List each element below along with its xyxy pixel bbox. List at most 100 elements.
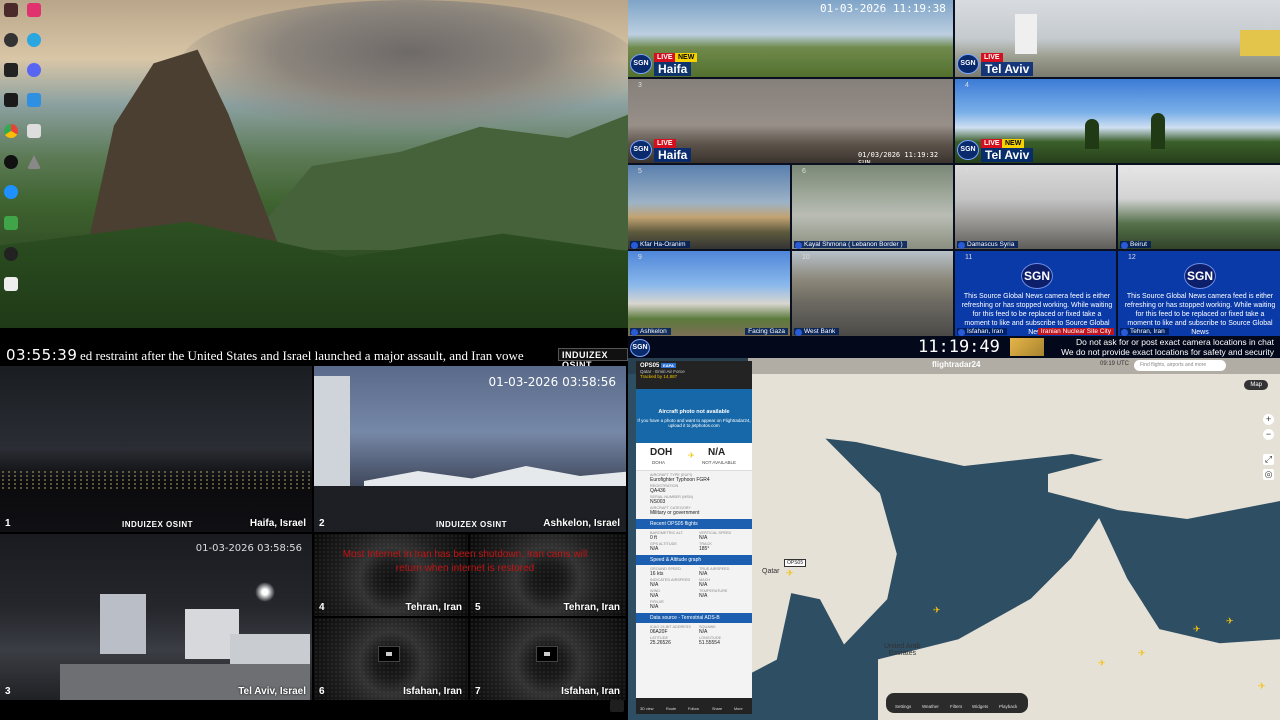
flightradar-logo[interactable]: flightradar24 — [932, 360, 980, 369]
feed-watermark: INDUIZEX OSINT — [122, 520, 194, 529]
camera-feed-ashkelon[interactable]: 01-03-2026 03:58:56 INDUIZEX OSINT 2 Ash… — [314, 366, 626, 532]
tile-subtitle: Facing Gaza — [745, 328, 788, 335]
flight-search-input[interactable]: Find flights, airports and more — [1134, 360, 1226, 371]
field-value: N/A — [650, 604, 659, 610]
follow-button[interactable]: Follow — [688, 707, 699, 711]
plane-icon[interactable]: ✈ — [1098, 658, 1106, 669]
aircraft-photo-placeholder: Aircraft photo not available If you have… — [636, 389, 752, 443]
plane-icon[interactable]: ✈ — [1193, 624, 1201, 635]
3d-view-button[interactable]: 3D view — [640, 707, 654, 711]
flightradar-map[interactable]: flightradar24 09:19 UTC Find flights, ai… — [628, 358, 1280, 720]
locate-icon[interactable]: ◎ — [1263, 469, 1274, 480]
route-button[interactable]: Route — [666, 707, 676, 711]
feed-timestamp: 01-03-2026 03:58:56 — [488, 375, 616, 389]
sgn-tile-damascus[interactable]: 7 Damascus Syria — [955, 165, 1116, 249]
feed-number: 5 — [475, 602, 481, 613]
widgets-button[interactable]: Widgets — [972, 704, 988, 709]
plane-icon[interactable]: ✈ — [1138, 648, 1146, 659]
chrome-icon[interactable] — [4, 124, 18, 138]
playback-button[interactable]: Playback — [999, 704, 1017, 709]
tile-name: West Bank — [794, 328, 840, 336]
sgn-tile-haifa-2[interactable]: 3 01/03/2026 11:19:32 SUN SGN LIVE Haifa — [628, 79, 953, 163]
sgn-tile-tel-aviv-1[interactable]: SGN LIVE Tel Aviv — [955, 0, 1280, 77]
camera-feed-isfahan-1[interactable]: 6 Isfahan, Iran — [314, 618, 468, 700]
field-value: N/A — [699, 593, 708, 599]
zoom-out-button[interactable]: − — [1263, 429, 1274, 440]
sgn-tile-kiryat-shmona[interactable]: 6 Kayal Shmona ( Lebanon Border ) — [792, 165, 953, 249]
filters-button[interactable]: Filters — [950, 704, 962, 709]
sgn-logo: SGN — [630, 339, 650, 357]
app-icon[interactable] — [4, 277, 18, 291]
sgn-logo: SGN — [957, 54, 979, 74]
app-icon[interactable] — [4, 3, 18, 17]
settings-button[interactable]: Settings — [895, 704, 911, 709]
city-lights — [0, 470, 312, 490]
plane-icon[interactable]: ✈ — [1226, 616, 1234, 627]
zoom-in-button[interactable]: + — [1263, 414, 1274, 425]
field-value: N/A — [699, 571, 708, 577]
sgn-tile-tel-aviv-2[interactable]: 4 SGN LIVE NEW Tel Aviv — [955, 79, 1280, 163]
share-button[interactable]: Share — [712, 707, 722, 711]
plane-icon[interactable]: ✈ — [1258, 681, 1266, 692]
sgn-tile-kfar-ha-oranim[interactable]: 5 Kfar Ha-Oranim — [628, 165, 790, 249]
plane-icon[interactable]: ✈ — [933, 605, 941, 616]
sgn-tile-haifa-1[interactable]: 01-03-2026 11:19:38 SGN LIVE NEW Haifa — [628, 0, 953, 77]
tree — [1085, 119, 1099, 149]
land-uae-oman — [878, 518, 1280, 720]
field-value: Eurofighter Typhoon FGR4 — [650, 477, 710, 483]
more-button[interactable]: More — [734, 707, 743, 711]
destination-sub: NOT AVAILABLE — [702, 460, 737, 465]
sgn-tile-beirut[interactable]: 8 Beirut — [1118, 165, 1280, 249]
app-icon[interactable] — [4, 93, 18, 107]
app-icon[interactable] — [4, 247, 18, 261]
data-source-toggle[interactable]: Data source - Terrestrial ADS-B — [636, 613, 752, 623]
epic-games-icon[interactable] — [4, 63, 18, 77]
altitude-info: Barometric alt. 0 ft GPS altitude N/A Ve… — [636, 529, 752, 555]
app-icon[interactable] — [27, 155, 41, 169]
camera-feed-tel-aviv[interactable]: 01-03-2026 03:58:56 3 Tel Aviv, Israel — [0, 534, 312, 700]
feed-watermark: INDUIZEX OSINT — [436, 520, 508, 529]
sgn-logo: SGN — [1021, 263, 1053, 289]
sgn-tile-west-bank[interactable]: 10 West Bank — [792, 251, 953, 336]
live-badge: LIVE — [981, 139, 1003, 148]
speed-graph-toggle[interactable]: Speed & Altitude graph — [636, 555, 752, 565]
panel-footer-nav: 3D view Route Follow Share More — [636, 698, 752, 714]
origin-code[interactable]: DOH — [650, 447, 672, 458]
tile-name: Haifa — [654, 62, 692, 76]
feed-number: 7 — [475, 686, 481, 697]
plane-icon[interactable]: ✈ — [786, 568, 794, 579]
selected-flight-tag[interactable]: OPS05 — [784, 559, 807, 567]
sgn-tile-ashkelon[interactable]: 9 Ashkelon Facing Gaza — [628, 251, 790, 336]
file-icon[interactable] — [27, 124, 41, 138]
map-style-button[interactable]: Map — [1244, 380, 1268, 390]
app-icon[interactable] — [4, 33, 18, 47]
tray-button[interactable] — [610, 700, 624, 712]
settings-app-icon[interactable] — [27, 33, 41, 47]
fullscreen-icon[interactable]: ⤢ — [1263, 454, 1274, 465]
field-value: QA436 — [650, 488, 666, 494]
weather-button[interactable]: Weather — [922, 704, 939, 709]
feed-timestamp: 01-03-2026 03:58:56 — [195, 543, 302, 554]
camera-feed-haifa[interactable]: INDUIZEX OSINT 1 Haifa, Israel — [0, 366, 312, 532]
feed-city: Isfahan, Iran — [403, 686, 462, 697]
app-icon[interactable] — [4, 216, 18, 230]
camera-feed-isfahan-2[interactable]: 7 Isfahan, Iran — [470, 618, 626, 700]
field-value: N/A — [650, 593, 659, 599]
sgn-tile-tehran-offline[interactable]: 12 SGN This Source Global News camera fe… — [1118, 251, 1280, 336]
app-icon[interactable] — [4, 185, 18, 199]
tile-number: 3 — [638, 82, 642, 89]
building — [1240, 30, 1280, 56]
music-app-icon[interactable] — [27, 3, 41, 17]
recent-flights-toggle[interactable]: Recent OPS05 flights — [636, 519, 752, 529]
app-icon[interactable] — [27, 93, 41, 107]
feed-city: Tehran, Iran — [563, 602, 621, 613]
app-icon[interactable] — [4, 155, 18, 169]
sgn-tile-isfahan-offline[interactable]: 11 SGN This Source Global News camera fe… — [955, 251, 1116, 336]
sgn-logo: SGN — [630, 54, 652, 74]
discord-icon[interactable] — [27, 63, 41, 77]
feed-placeholder — [378, 646, 400, 662]
tile-number: 11 — [965, 254, 973, 261]
tile-name: Tehran, Iran — [1120, 328, 1169, 336]
origin-city: DOHA — [652, 460, 666, 465]
flight-route: DOH DOHA ✈ N/A NOT AVAILABLE — [636, 443, 752, 471]
